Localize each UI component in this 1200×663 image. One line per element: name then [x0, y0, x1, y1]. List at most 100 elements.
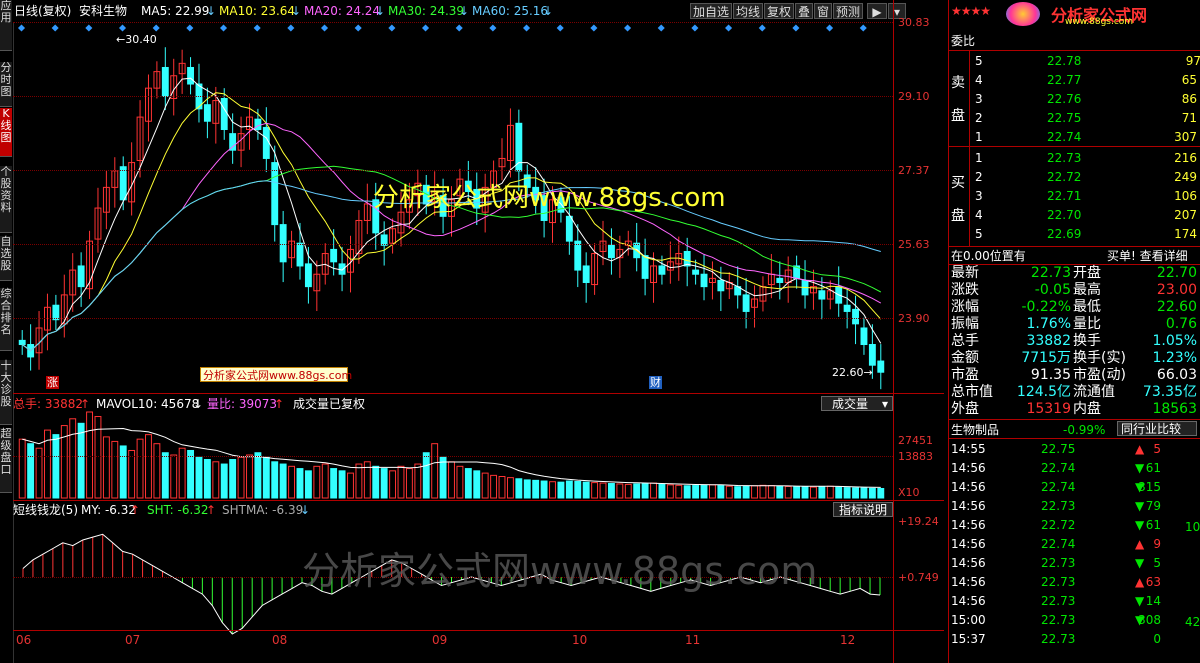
sell-row[interactable]: 4 22.77 65: [949, 71, 1200, 90]
pane-separator: [13, 630, 944, 631]
event-diamond: [455, 24, 463, 32]
rating-stars: ★★★★: [951, 4, 991, 18]
tick-price: 22.73: [1041, 499, 1076, 513]
indicator-help-button[interactable]: 指标说明: [833, 502, 893, 517]
volume-bar: [405, 468, 413, 499]
tick-time: 15:00: [951, 613, 986, 627]
volume: 307: [1174, 130, 1197, 144]
volume-bar: [321, 463, 329, 499]
tick-volume: 63: [1145, 575, 1161, 589]
event-diamond: [792, 24, 800, 32]
stat-value: 7715万: [1021, 350, 1071, 366]
sell-row[interactable]: 3 22.76 86: [949, 90, 1200, 109]
volume-bar: [288, 465, 296, 499]
grid-line: [13, 456, 893, 457]
volume-note: 成交量已复权: [293, 397, 366, 411]
volume-bar: [793, 486, 801, 499]
candle-body: [203, 104, 211, 122]
stat-label: 最新: [951, 265, 979, 281]
volume-bar: [591, 482, 599, 499]
level: 3: [975, 189, 983, 203]
level: 2: [975, 170, 983, 184]
level: 5: [975, 227, 983, 241]
month-label: 08: [272, 633, 288, 647]
indicator-sht: SHT: -6.32: [147, 503, 209, 517]
axis-tick: +0.749: [898, 571, 939, 584]
divider: [949, 419, 1200, 420]
grid-line: [13, 244, 893, 245]
arrow-down-icon: ▼: [1135, 556, 1145, 570]
level: 4: [975, 73, 983, 87]
volume-bar: [877, 487, 885, 499]
tick-row: 15:00 22.73 308 ▼: [949, 611, 1200, 630]
level: 1: [975, 151, 983, 165]
event-diamond: [253, 24, 261, 32]
position-note: 在0.00位置有: [951, 249, 1026, 263]
buy-row[interactable]: 1 22.73 216: [949, 149, 1200, 168]
stats-row: 外盘 15319 内盘 18563: [949, 401, 1200, 418]
candle-body: [220, 97, 228, 131]
tick-time: 14:56: [951, 537, 986, 551]
sell-row[interactable]: 5 22.78 97: [949, 52, 1200, 71]
candle-body: [692, 269, 700, 275]
axis-tick: 27.37: [898, 164, 930, 177]
volume-bar: [119, 445, 127, 499]
event-diamond: [523, 24, 531, 32]
volume-bar: [431, 443, 439, 499]
month-label: 12: [840, 633, 856, 647]
volume-bar: [86, 411, 93, 499]
stat-label: 量比: [1073, 316, 1101, 332]
buy-row[interactable]: 3 22.71 106: [949, 187, 1200, 206]
pane-separator: [13, 500, 944, 501]
flower-logo-icon: [1006, 2, 1040, 26]
volume-bar: [52, 434, 60, 499]
candle-body: [582, 265, 590, 283]
buy-row[interactable]: 2 22.72 249: [949, 168, 1200, 187]
buy-row[interactable]: 4 22.70 207: [949, 206, 1200, 225]
arrow-down-icon: ▼: [1135, 461, 1145, 475]
stat-value: 22.73: [1030, 265, 1071, 281]
stats-row: 最新 22.73 开盘 22.70: [949, 265, 1200, 282]
month-label: 10: [572, 633, 588, 647]
candle-body: [296, 242, 304, 267]
volume-bar: [313, 465, 321, 499]
finance-marker[interactable]: 财: [649, 376, 662, 389]
stat-value: 33882: [1026, 333, 1071, 349]
promo-box[interactable]: 分析家公式网www.88gs.com: [200, 367, 352, 382]
volume-bar: [330, 468, 338, 499]
candle-body: [187, 66, 195, 85]
volume-select[interactable]: 成交量 ▾: [821, 396, 893, 411]
volume-bar: [439, 456, 447, 499]
tick-price: 22.75: [1041, 442, 1076, 456]
volume-bar: [692, 485, 700, 499]
stat-value: 1.05%: [1152, 333, 1197, 349]
volume-bar: [380, 468, 388, 499]
sell-row[interactable]: 2 22.75 71: [949, 109, 1200, 128]
stat-value: -0.05: [1034, 282, 1071, 298]
axis-tick: 29.10: [898, 90, 930, 103]
volume-bar: [69, 418, 77, 499]
view-detail-link[interactable]: 买单! 查看详细: [1107, 249, 1188, 263]
volume-bar: [77, 422, 85, 499]
volume-bar: [616, 483, 624, 499]
total-volume-arrow: ↑: [80, 397, 91, 411]
industry-compare-button[interactable]: 同行业比较: [1117, 421, 1197, 436]
axis-divider: [893, 0, 894, 663]
tick-time: 14:56: [951, 499, 986, 513]
candle-body: [119, 166, 127, 201]
buy-row[interactable]: 5 22.69 174: [949, 225, 1200, 244]
sell-row[interactable]: 1 22.74 307: [949, 128, 1200, 147]
volume-bar: [304, 470, 312, 499]
tick-row: 14:56 22.72 61 ▼: [949, 516, 1200, 535]
volume-bar: [338, 470, 346, 499]
volume-bar: [448, 461, 455, 499]
tick-price: 22.73: [1041, 613, 1076, 627]
arrow-down-icon: ▼: [1135, 518, 1145, 532]
volume-bar: [860, 487, 868, 499]
sector-name[interactable]: 生物制品: [951, 423, 999, 437]
event-diamond: [859, 24, 867, 32]
order-ratio-label: 委比: [951, 34, 976, 48]
stats-row: 金额 7715万 换手(实) 1.23%: [949, 350, 1200, 367]
axis-tick: X10: [898, 486, 920, 499]
volume-bar: [708, 484, 716, 499]
